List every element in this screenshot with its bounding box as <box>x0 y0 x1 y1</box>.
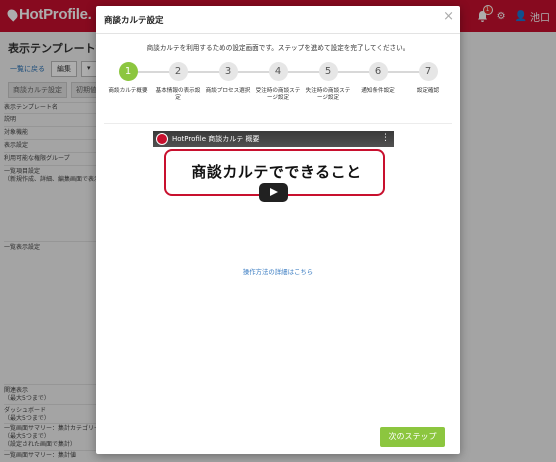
video-top-bar: HotProfile 商談カルテ 概要 ⋮ <box>153 131 394 147</box>
step-label: 受注時の商談ステージ設定 <box>255 88 301 102</box>
step-number: 7 <box>418 62 438 81</box>
play-icon[interactable] <box>259 183 288 202</box>
step-4[interactable]: 4 受注時の商談ステージ設定 <box>254 62 302 103</box>
step-label: 商談カルテ概要 <box>108 88 148 94</box>
step-label: 設定確認 <box>416 88 440 94</box>
step-number: 5 <box>318 62 338 81</box>
close-icon[interactable]: × <box>443 9 454 24</box>
step-6[interactable]: 6 通知条件設定 <box>354 62 402 95</box>
step-label: 失注時の商談ステージ設定 <box>305 88 351 102</box>
step-label: 通知条件設定 <box>361 88 395 94</box>
more-vert-icon[interactable]: ⋮ <box>381 133 390 143</box>
step-number: 3 <box>218 62 238 81</box>
step-label: 基本情報の表示設定 <box>155 88 201 102</box>
step-number: 4 <box>268 62 288 81</box>
video-headline: 商談カルテでできること <box>191 163 362 181</box>
next-step-button[interactable]: 次のステップ <box>380 427 445 447</box>
modal-header: 商談カルテ設定 × <box>96 6 460 34</box>
step-number: 2 <box>168 62 188 81</box>
modal-title: 商談カルテ設定 <box>104 16 164 26</box>
modal-intro-text: 商談カルテを利用するための設定画面です。ステップを進めて設定を完了してください。 <box>146 44 410 52</box>
step-number: 6 <box>368 62 388 81</box>
step-number: 1 <box>118 62 138 81</box>
step-1[interactable]: 1 商談カルテ概要 <box>104 62 152 95</box>
step-label: 商談プロセス選択 <box>205 88 251 94</box>
steps-divider <box>104 123 452 124</box>
step-3[interactable]: 3 商談プロセス選択 <box>204 62 252 95</box>
channel-avatar[interactable] <box>156 133 168 145</box>
karte-settings-modal: 商談カルテ設定 × 商談カルテを利用するための設定画面です。ステップを進めて設定… <box>96 6 460 454</box>
step-progress: 1 商談カルテ概要 2 基本情報の表示設定 3 商談プロセス選択 4 受注時の商… <box>108 62 446 122</box>
details-link[interactable]: 操作方法の詳細はこちら <box>96 267 460 276</box>
step-7[interactable]: 7 設定確認 <box>404 62 452 95</box>
overview-video[interactable]: 商談カルテでできること HotProfile 商談カルテ 概要 ⋮ <box>153 131 394 251</box>
step-2[interactable]: 2 基本情報の表示設定 <box>154 62 202 103</box>
step-5[interactable]: 5 失注時の商談ステージ設定 <box>304 62 352 103</box>
video-channel-title[interactable]: HotProfile 商談カルテ 概要 <box>172 134 260 144</box>
